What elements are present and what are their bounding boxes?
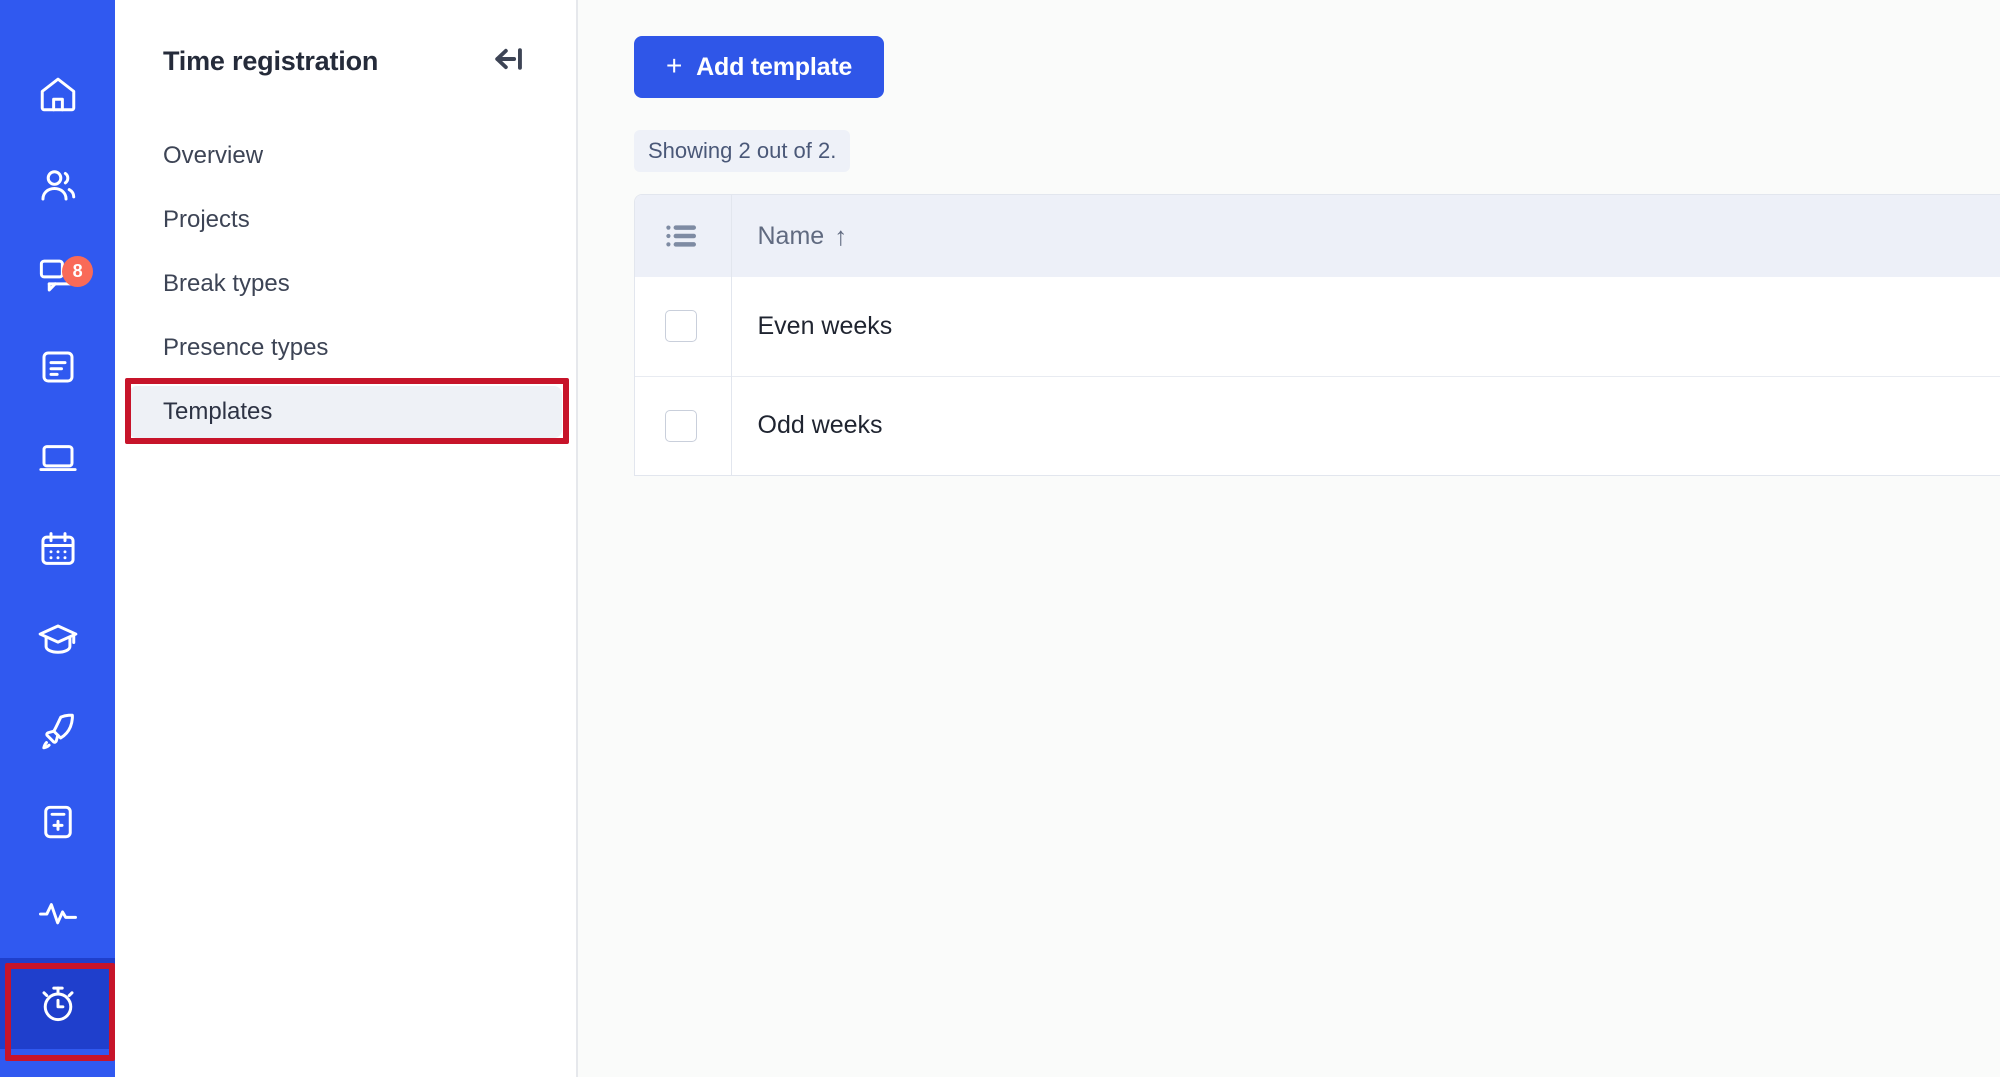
secondary-nav-panel: Time registration Overview Projects Brea…	[115, 0, 578, 1077]
column-header-select[interactable]	[635, 195, 732, 277]
sidebar-item-presence-types[interactable]: Presence types	[129, 322, 562, 374]
add-template-label: Add template	[696, 52, 853, 81]
rail-item-add-device[interactable]	[0, 776, 115, 867]
collapse-left-icon	[485, 46, 525, 77]
column-header-name-label: Name	[757, 221, 825, 250]
rail-item-time-registration[interactable]	[0, 958, 115, 1049]
laptop-icon	[37, 437, 79, 479]
main-content: + Add template Showing 2 out of 2. Name …	[578, 0, 2000, 1077]
row-select-cell	[635, 277, 732, 376]
showing-count-badge: Showing 2 out of 2.	[634, 130, 851, 172]
people-icon	[37, 164, 79, 206]
sidebar-item-overview[interactable]: Overview	[129, 130, 562, 182]
rail-item-home[interactable]	[0, 48, 115, 139]
sidebar-item-label: Projects	[163, 206, 250, 233]
templates-table-container: Name ↑ Even weeks Odd weeks	[634, 194, 2000, 476]
app-root: 8 Time registration Overview Projects Br…	[0, 0, 2000, 1077]
plus-icon: +	[666, 50, 683, 81]
sort-ascending-icon[interactable]: ↑	[834, 223, 847, 249]
rail-item-documents[interactable]	[0, 321, 115, 412]
templates-table: Name ↑ Even weeks Odd weeks	[635, 195, 2000, 475]
add-device-icon	[37, 801, 79, 843]
rail-item-people[interactable]	[0, 139, 115, 230]
nav-item-list: Overview Projects Break types Presence t…	[115, 130, 576, 438]
rows-list-icon	[665, 222, 731, 250]
table-header-row: Name ↑	[635, 195, 2000, 277]
sidebar-item-label: Templates	[163, 398, 273, 425]
messages-badge: 8	[62, 256, 93, 287]
sidebar-item-label: Overview	[163, 142, 264, 169]
nav-header: Time registration	[115, 40, 576, 82]
collapse-sidebar-button[interactable]	[482, 44, 528, 78]
home-icon	[37, 73, 79, 115]
column-header-name[interactable]: Name ↑	[731, 195, 2000, 277]
activity-pulse-icon	[37, 892, 79, 934]
table-row[interactable]: Odd weeks	[635, 376, 2000, 475]
document-icon	[37, 346, 79, 388]
template-name: Even weeks	[757, 311, 893, 340]
row-checkbox[interactable]	[665, 310, 697, 343]
row-checkbox[interactable]	[665, 409, 697, 442]
row-name-cell: Even weeks	[731, 277, 2000, 376]
row-name-cell: Odd weeks	[731, 376, 2000, 475]
template-name: Odd weeks	[757, 411, 883, 440]
row-select-cell	[635, 376, 732, 475]
rocket-icon	[37, 710, 79, 752]
graduation-cap-icon	[37, 619, 79, 661]
rail-item-calendar[interactable]	[0, 503, 115, 594]
rail-item-learning[interactable]	[0, 594, 115, 685]
rail-item-activity[interactable]	[0, 867, 115, 958]
table-body: Even weeks Odd weeks	[635, 277, 2000, 475]
table-head: Name ↑	[635, 195, 2000, 277]
table-row[interactable]: Even weeks	[635, 277, 2000, 376]
sidebar-item-label: Presence types	[163, 334, 329, 361]
add-template-button[interactable]: + Add template	[634, 36, 885, 98]
rail-item-onboarding[interactable]	[0, 685, 115, 776]
sidebar-item-label: Break types	[163, 270, 290, 297]
calendar-icon	[37, 528, 79, 570]
sidebar-item-break-types[interactable]: Break types	[129, 258, 562, 310]
primary-icon-rail: 8	[0, 0, 115, 1077]
stopwatch-icon	[37, 983, 79, 1025]
sidebar-item-projects[interactable]: Projects	[129, 194, 562, 246]
rail-item-devices[interactable]	[0, 412, 115, 503]
rail-item-messages[interactable]: 8	[0, 230, 115, 321]
page-title: Time registration	[163, 45, 379, 76]
sidebar-item-templates[interactable]: Templates	[129, 386, 562, 438]
